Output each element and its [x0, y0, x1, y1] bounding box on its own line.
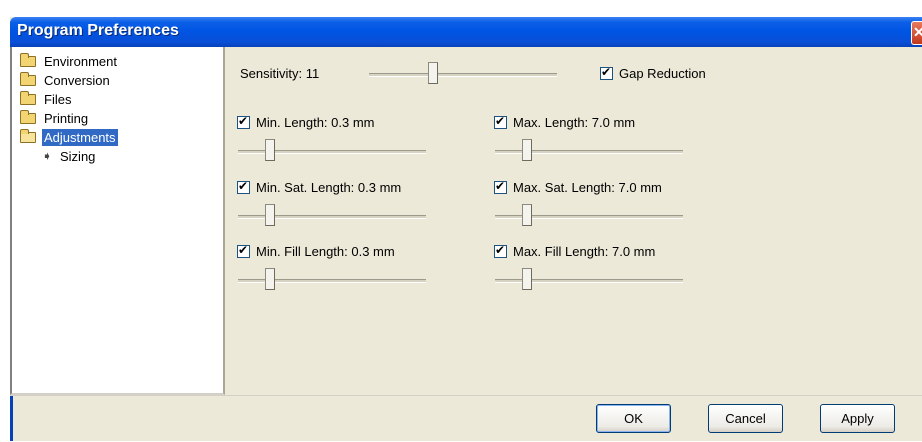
slider-thumb[interactable] [265, 204, 275, 226]
folder-icon [20, 72, 36, 86]
tree-item-label: Conversion [44, 73, 110, 88]
tree-item-label: Environment [44, 54, 117, 69]
max-length-checkbox[interactable] [494, 114, 507, 129]
max-length-label: Max. Length: 7.0 mm [513, 115, 636, 130]
slider-thumb[interactable] [265, 139, 275, 161]
min-length-checkbox[interactable] [237, 114, 250, 129]
max-fill-length-slider[interactable] [495, 268, 683, 292]
max-sat-length-checkbox[interactable] [494, 179, 507, 194]
arrow-right-icon: ➧ [42, 149, 53, 163]
max-sat-length-slider[interactable] [495, 204, 683, 228]
dialog-title: Program Preferences [17, 22, 179, 39]
max-length-slider[interactable] [495, 139, 683, 163]
min-sat-length-label: Min. Sat. Length: 0.3 mm [256, 180, 402, 195]
min-fill-length-slider[interactable] [238, 268, 426, 292]
min-sat-length-slider[interactable] [238, 204, 426, 228]
apply-button[interactable]: Apply [820, 404, 895, 433]
min-length-label: Min. Length: 0.3 mm [256, 115, 375, 130]
max-fill-length-label: Max. Fill Length: 7.0 mm [513, 244, 656, 259]
title-bar[interactable]: Program Preferences ✕ [10, 17, 922, 47]
folder-icon [20, 91, 36, 105]
min-length-slider[interactable] [238, 139, 426, 163]
slider-thumb[interactable] [265, 268, 275, 290]
tree-item-label: Adjustments [42, 129, 118, 146]
min-fill-length-label: Min. Fill Length: 0.3 mm [256, 244, 395, 259]
gap-reduction-checkbox[interactable] [600, 65, 613, 80]
slider-track [369, 73, 557, 77]
folder-open-icon [20, 129, 36, 143]
dialog-footer: OK Cancel Apply [10, 395, 922, 442]
tree-item-label: Printing [44, 111, 89, 126]
slider-thumb[interactable] [522, 139, 532, 161]
folder-icon [20, 110, 36, 124]
max-sat-length-label: Max. Sat. Length: 7.0 mm [513, 180, 662, 195]
min-sat-length-checkbox[interactable] [237, 179, 250, 194]
max-fill-length-checkbox[interactable] [494, 243, 507, 258]
close-icon: ✕ [913, 24, 922, 41]
cancel-button[interactable]: Cancel [708, 404, 783, 433]
min-fill-length-checkbox[interactable] [237, 243, 250, 258]
category-tree: Environment Conversion Files Printing Ad… [10, 47, 225, 395]
sensitivity-label: Sensitivity: 11 [240, 66, 320, 81]
ok-button[interactable]: OK [596, 404, 671, 433]
slider-thumb[interactable] [428, 62, 438, 84]
tree-item-label: Sizing [60, 149, 96, 164]
folder-icon [20, 53, 36, 67]
slider-thumb[interactable] [522, 268, 532, 290]
slider-thumb[interactable] [522, 204, 532, 226]
preferences-dialog: Program Preferences ✕ Environment Conver… [10, 17, 922, 441]
close-button[interactable]: ✕ [911, 21, 922, 45]
sensitivity-slider[interactable] [369, 62, 557, 86]
adjustments-panel: Sensitivity: 11 Gap Reduction Min. Lengt… [227, 47, 922, 395]
gap-reduction-label: Gap Reduction [619, 66, 706, 81]
tree-item-label: Files [44, 92, 72, 107]
